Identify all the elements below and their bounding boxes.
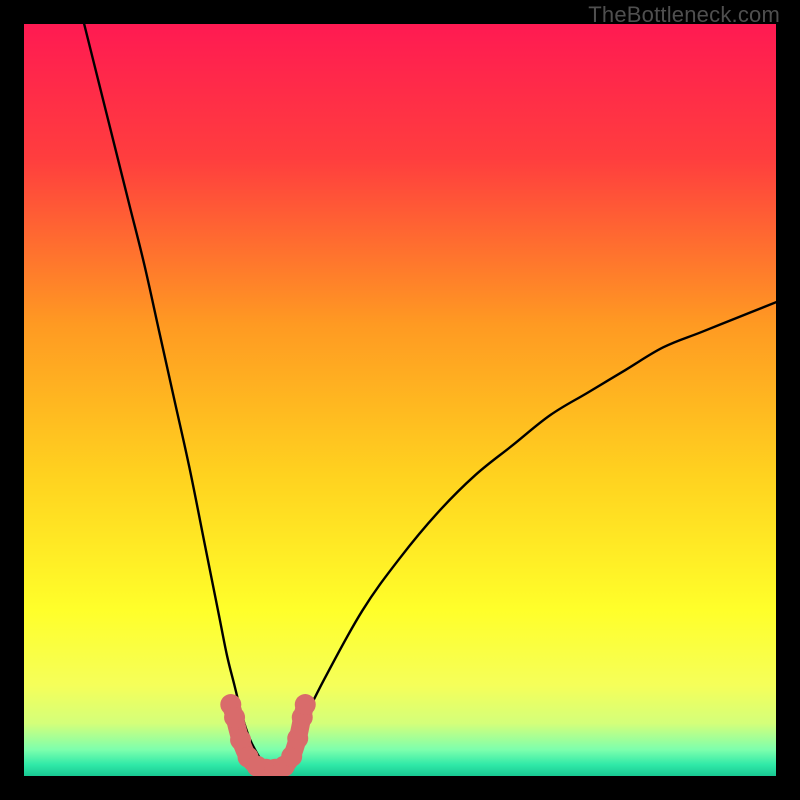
marker-dot [295,694,316,715]
marker-dot [287,728,308,749]
watermark-label: TheBottleneck.com [588,2,780,28]
bottleneck-curve-right [272,302,776,770]
bottom-marker-dots [220,694,315,776]
marker-dot [224,707,245,728]
bottleneck-curve-left [84,24,272,770]
marker-dot [281,746,302,767]
chart-plot [24,24,776,776]
